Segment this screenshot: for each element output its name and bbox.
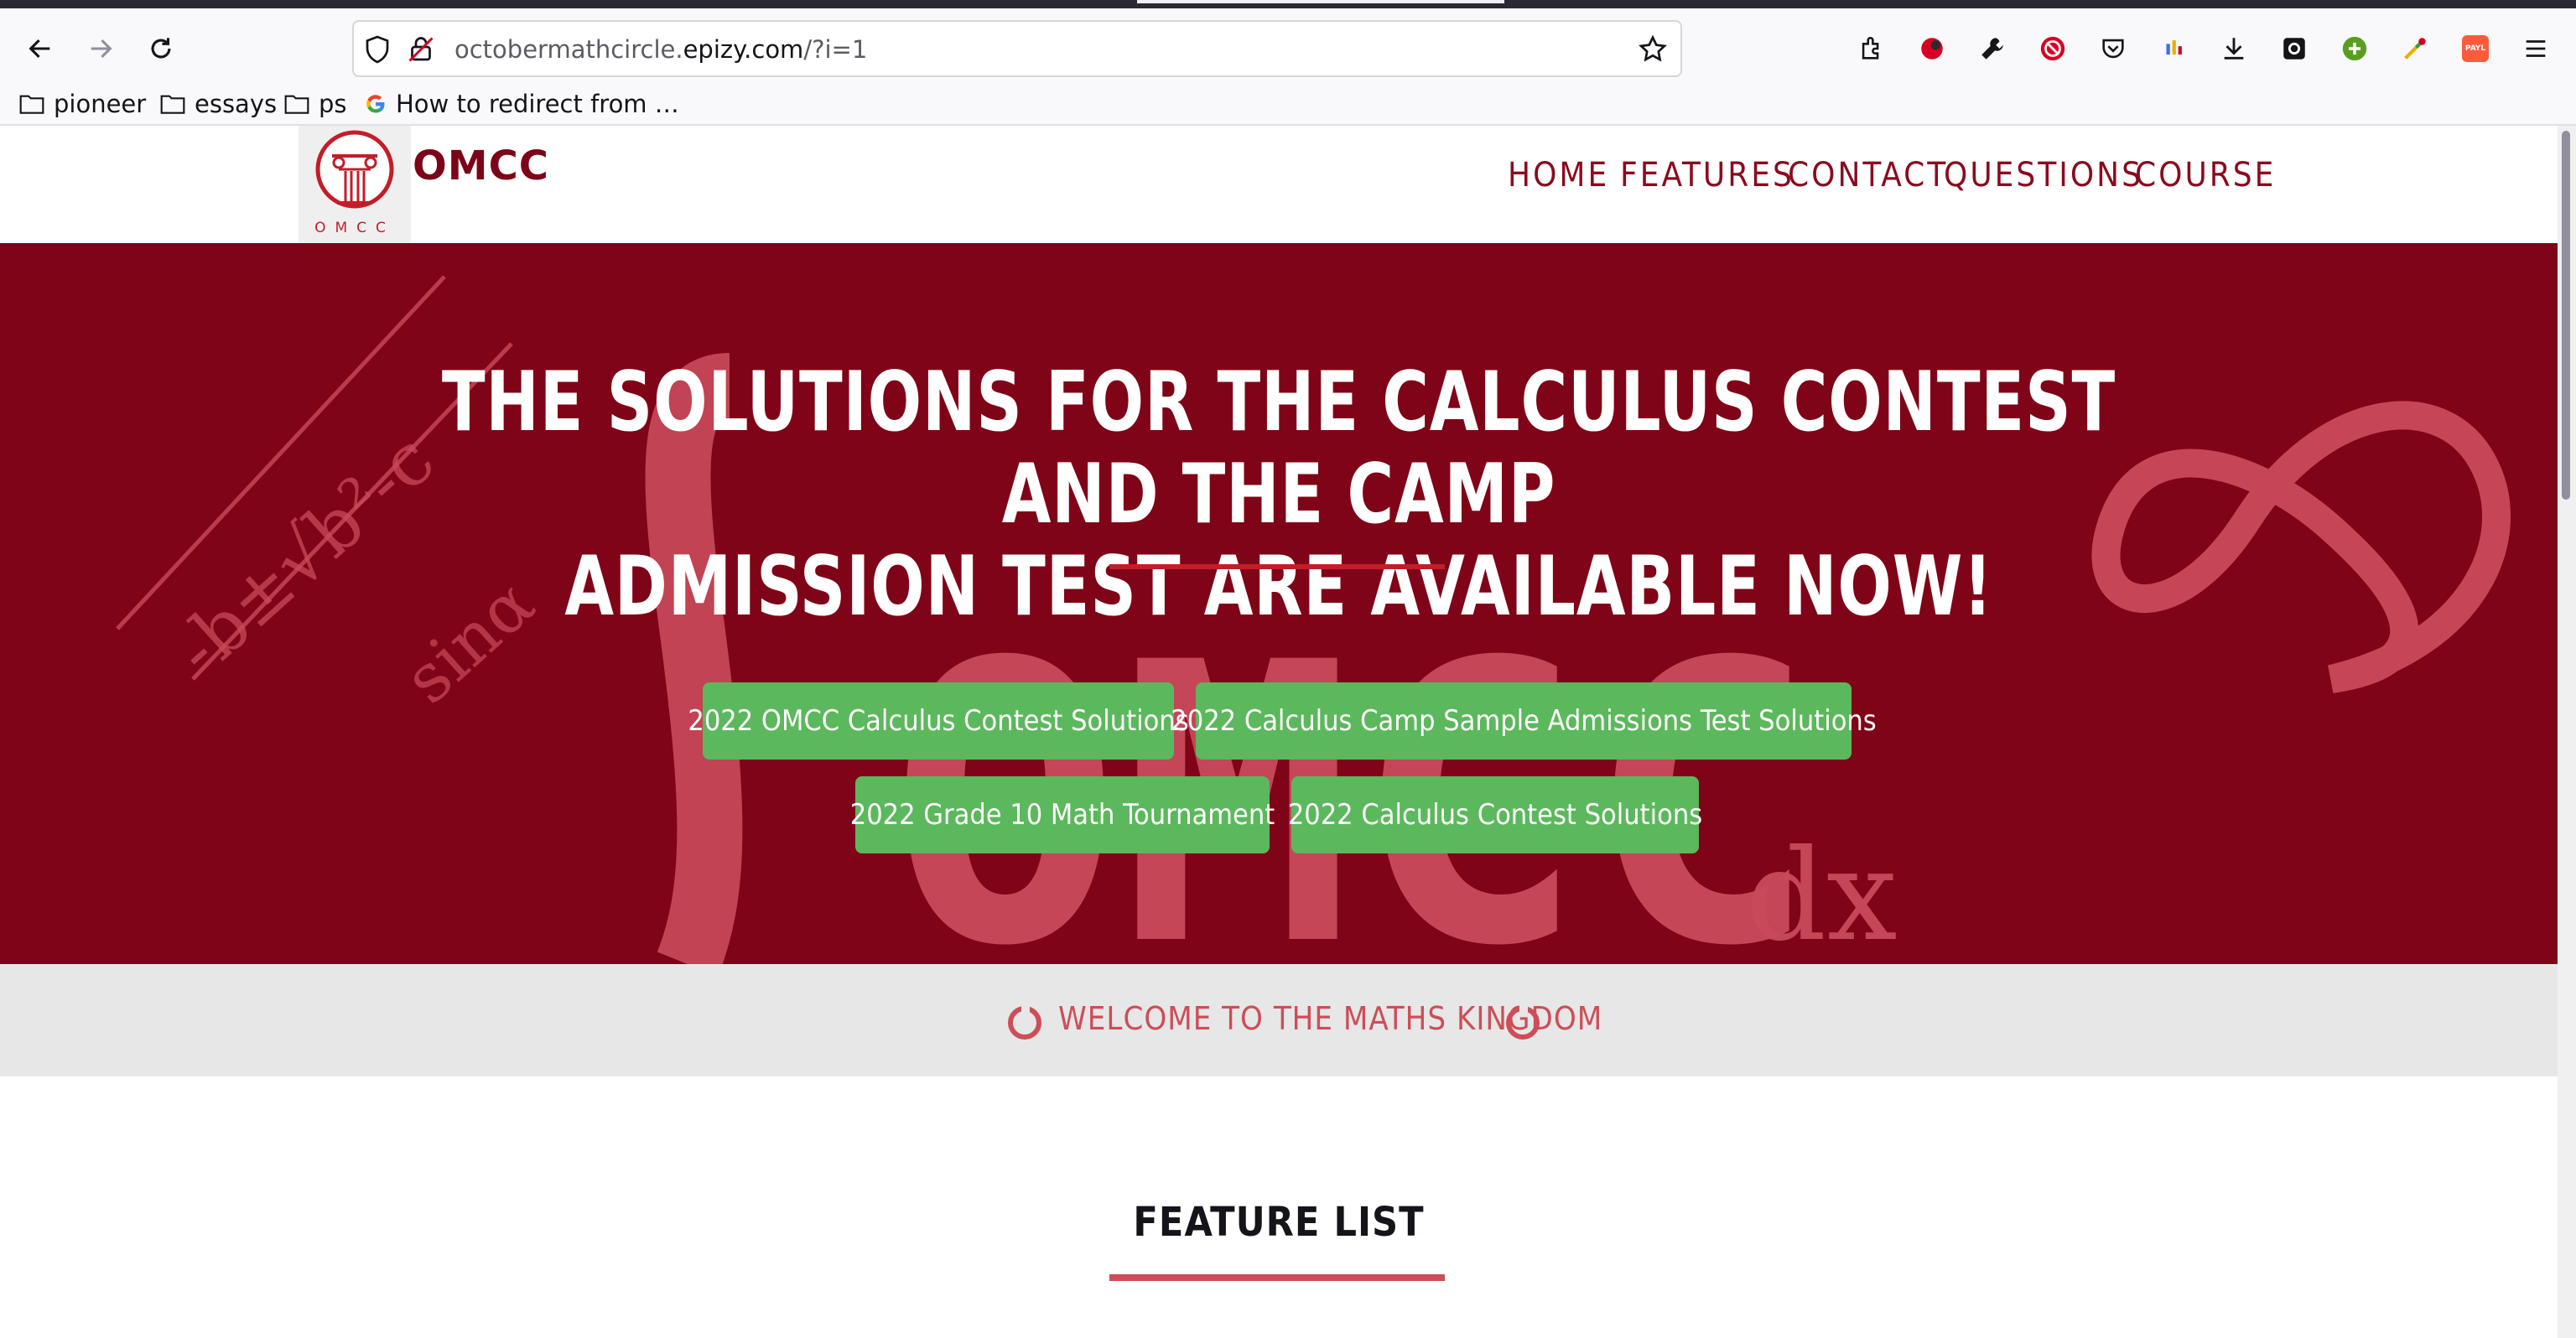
feature-divider — [1109, 1274, 1445, 1281]
hero-title-line-1: THE SOLUTIONS FOR THE CALCULUS CONTEST A… — [441, 355, 2116, 542]
nav-contact[interactable]: CONTACT — [1788, 156, 1948, 194]
bookmark-how-to-redirect[interactable]: How to redirect from … — [364, 86, 679, 122]
blocker-icon[interactable] — [2028, 23, 2078, 74]
hero-divider — [1109, 564, 1445, 569]
folder-icon — [19, 95, 44, 114]
logo-caption: OMCC — [314, 220, 395, 236]
bookmarks-bar: pioneer essays ps How to redirect from … — [0, 84, 2576, 126]
feature-list-heading: FEATURE LIST — [1133, 1199, 1425, 1246]
nav-features[interactable]: FEATURES — [1620, 156, 1794, 194]
bookmark-pioneer[interactable]: pioneer — [18, 86, 146, 122]
bookmark-label: pioneer — [54, 90, 147, 118]
bookmark-label: How to redirect from … — [396, 90, 679, 118]
payl-extension-icon[interactable]: PAYL — [2450, 23, 2501, 74]
omcc-calculus-contest-solutions-button[interactable]: 2022 OMCC Calculus Contest Solutions — [688, 682, 1189, 760]
grade-10-math-tournament-button[interactable]: 2022 Grade 10 Math Tournament — [850, 776, 1275, 853]
welcome-strip: WELCOME TO THE MATHS KINGDOM — [0, 964, 2558, 1076]
camp-admissions-test-solutions-button[interactable]: 2022 Calculus Camp Sample Admissions Tes… — [1171, 682, 1877, 760]
browser-toolbar: octobermathcircle.epizy.com/?i=1 PAYL — [0, 8, 2576, 84]
connection-not-secure-icon[interactable] — [406, 34, 436, 68]
background-dx-text: dx — [1746, 823, 1898, 964]
google-icon — [366, 95, 385, 113]
bookmark-label: essays — [195, 90, 278, 118]
window-top-strip — [0, 0, 2576, 8]
color-picker-icon[interactable] — [2390, 23, 2440, 74]
download-icon[interactable] — [2209, 23, 2259, 74]
add-extension-icon[interactable] — [2329, 23, 2380, 74]
bookmark-ps[interactable]: ps — [283, 86, 347, 122]
brand-name[interactable]: OMCC — [413, 143, 549, 189]
web-page: OMCC OMCC HOME FEATURES CONTACT QUESTION… — [0, 126, 2558, 1338]
spinner-left-icon — [1008, 1004, 1041, 1040]
menu-hamburger-icon[interactable] — [2511, 23, 2561, 74]
folder-icon — [284, 95, 309, 114]
site-logo[interactable]: OMCC — [299, 126, 411, 243]
address-bar[interactable]: octobermathcircle.epizy.com/?i=1 — [352, 20, 1682, 77]
screenshot-extension-icon[interactable] — [2269, 23, 2319, 74]
hero-title-line-2: ADMISSION TEST ARE AVAILABLE NOW! — [564, 539, 1993, 635]
nav-course[interactable]: COURSE — [2135, 156, 2276, 194]
calculus-contest-solutions-button[interactable]: 2022 Calculus Contest Solutions — [1288, 776, 1702, 853]
active-tab-indicator[interactable] — [1137, 0, 1504, 3]
nav-questions[interactable]: QUESTIONS — [1944, 156, 2143, 194]
back-icon[interactable] — [15, 23, 65, 74]
pocket-icon[interactable] — [2088, 23, 2138, 74]
extensions-puzzle-icon[interactable] — [1846, 23, 1897, 74]
bookmark-essays[interactable]: essays — [159, 86, 277, 122]
hero-title: THE SOLUTIONS FOR THE CALCULUS CONTEST A… — [396, 356, 2163, 633]
spinner-right-icon — [1506, 1004, 1540, 1040]
record-extension-icon[interactable] — [1907, 23, 1957, 74]
wrench-icon[interactable] — [1967, 23, 2018, 74]
nav-home[interactable]: HOME — [1508, 156, 1609, 194]
chart-extension-icon[interactable] — [2148, 23, 2199, 74]
hero-banner: -b±√b²-c sinα OMCC dx THE SOLUTIONS FOR … — [0, 243, 2558, 964]
url-text[interactable]: octobermathcircle.epizy.com/?i=1 — [454, 35, 867, 64]
shield-icon[interactable] — [362, 34, 392, 68]
forward-icon[interactable] — [75, 23, 126, 74]
reload-icon[interactable] — [136, 23, 186, 74]
background-omcc-text: OMCC — [889, 582, 1818, 964]
folder-icon — [160, 95, 185, 114]
bookmark-label: ps — [319, 90, 347, 118]
scrollbar-thumb[interactable] — [2562, 131, 2570, 500]
bookmark-star-icon[interactable] — [1637, 34, 1669, 69]
site-header: OMCC OMCC HOME FEATURES CONTACT QUESTION… — [0, 126, 2558, 243]
